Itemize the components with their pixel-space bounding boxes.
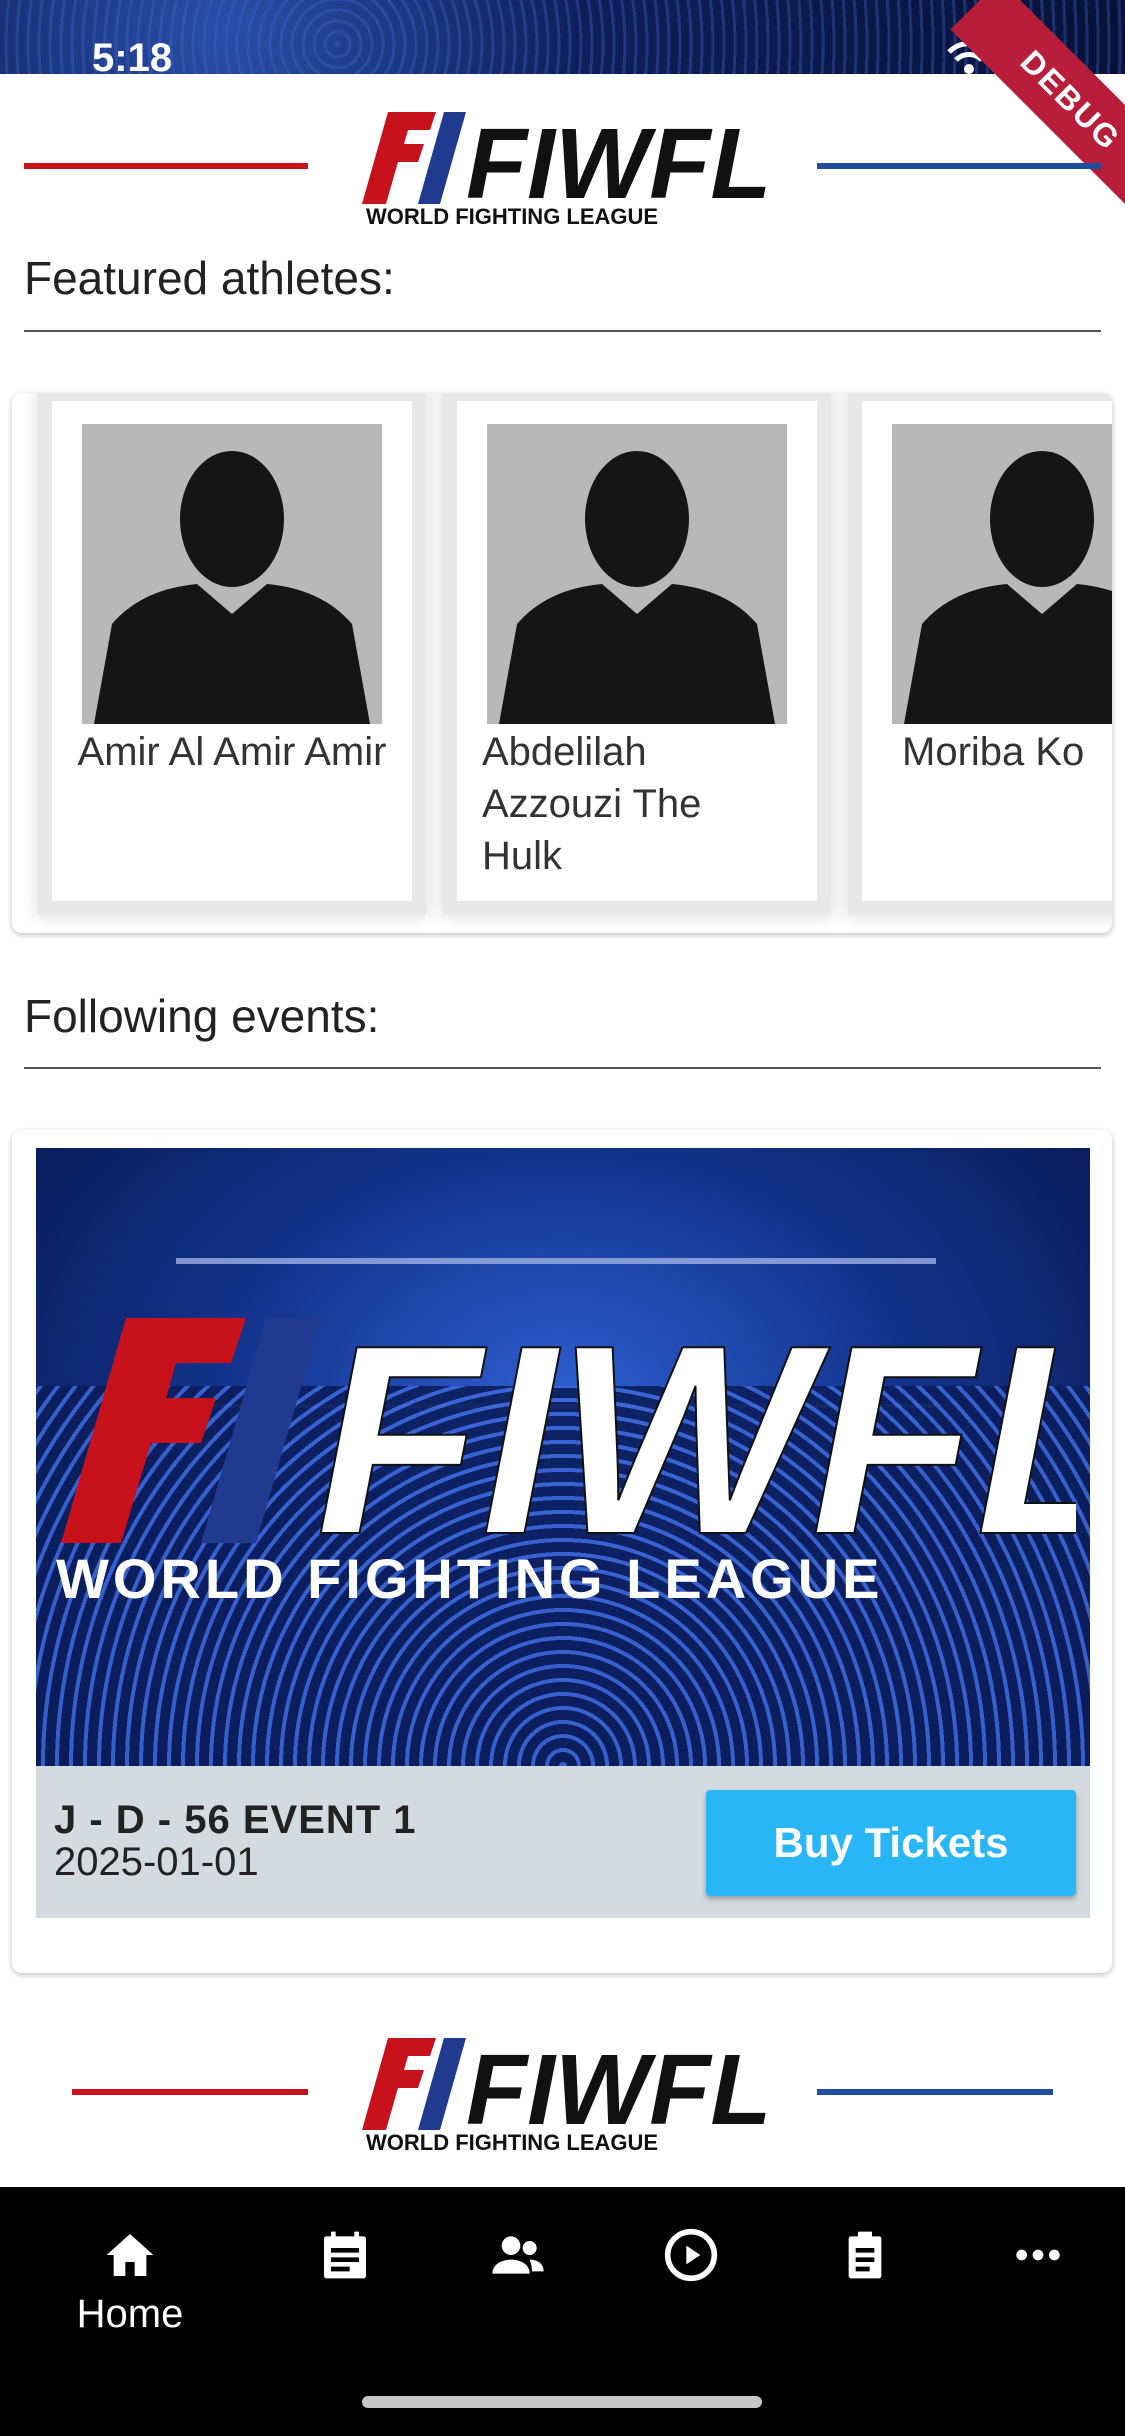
footer-red-line bbox=[72, 2089, 308, 2095]
home-indicator bbox=[362, 2396, 762, 2408]
event-banner-image[interactable]: FIWFL WORLD FIGHTING LEAGUE bbox=[36, 1148, 1090, 1766]
athletes-carousel[interactable]: Amir Al Amir Amir Abdelilah Azzouzi The … bbox=[12, 393, 1112, 933]
avatar-placeholder-icon bbox=[892, 424, 1112, 724]
avatar-placeholder-icon bbox=[487, 424, 787, 724]
nav-label-home: Home bbox=[76, 2292, 184, 2336]
logo-tagline: WORLD FIGHTING LEAGUE bbox=[366, 2130, 658, 2154]
athlete-name: Moriba Ko bbox=[902, 730, 1085, 774]
athlete-card[interactable]: Abdelilah Azzouzi The Hulk bbox=[457, 401, 817, 901]
avatar-placeholder-icon bbox=[82, 424, 382, 724]
nav-item-rankings[interactable] bbox=[800, 2207, 930, 2327]
featured-divider bbox=[24, 330, 1101, 332]
event-name: J - D - 56 EVENT 1 bbox=[54, 1798, 417, 1842]
featured-title: Featured athletes: bbox=[24, 252, 395, 304]
status-time: 5:18 bbox=[92, 36, 173, 80]
logo-tagline: WORLD FIGHTING LEAGUE bbox=[366, 204, 658, 228]
buy-tickets-button[interactable]: Buy Tickets bbox=[706, 1790, 1076, 1896]
athlete-name: Abdelilah Azzouzi The Hulk bbox=[482, 730, 702, 878]
play-circle-icon bbox=[664, 2228, 718, 2282]
event-card[interactable]: FIWFL WORLD FIGHTING LEAGUE J - D - 56 E… bbox=[12, 1130, 1112, 1973]
nav-item-videos[interactable] bbox=[626, 2207, 756, 2327]
nav-item-athletes[interactable] bbox=[453, 2207, 583, 2327]
athlete-card[interactable]: Moriba Ko bbox=[862, 401, 1112, 901]
nav-item-more[interactable] bbox=[973, 2207, 1103, 2327]
nav-item-home[interactable]: Home bbox=[65, 2207, 195, 2336]
home-icon bbox=[106, 2234, 154, 2276]
people-icon bbox=[492, 2236, 544, 2274]
wfl-logo-footer: FIWFL WORLD FIGHTING LEAGUE bbox=[362, 2034, 768, 2154]
header-red-line bbox=[24, 163, 308, 169]
more-icon bbox=[1016, 2249, 1060, 2261]
banner-logo-tagline: WORLD FIGHTING LEAGUE bbox=[56, 1547, 884, 1608]
athlete-name: Amir Al Amir Amir bbox=[77, 730, 387, 774]
header-blue-line bbox=[817, 163, 1101, 169]
footer-blue-line bbox=[817, 2089, 1053, 2095]
calendar-icon bbox=[324, 2231, 366, 2279]
wfl-logo: FIWFL WORLD FIGHTING LEAGUE bbox=[362, 108, 768, 228]
nav-item-events[interactable] bbox=[280, 2207, 410, 2327]
athlete-card[interactable]: Amir Al Amir Amir bbox=[52, 401, 412, 901]
events-title: Following events: bbox=[24, 990, 380, 1042]
clipboard-icon bbox=[848, 2231, 882, 2279]
event-banner-logo: FIWFL WORLD FIGHTING LEAGUE bbox=[56, 1308, 1076, 1608]
event-date: 2025-01-01 bbox=[54, 1840, 259, 1884]
events-divider bbox=[24, 1067, 1101, 1069]
